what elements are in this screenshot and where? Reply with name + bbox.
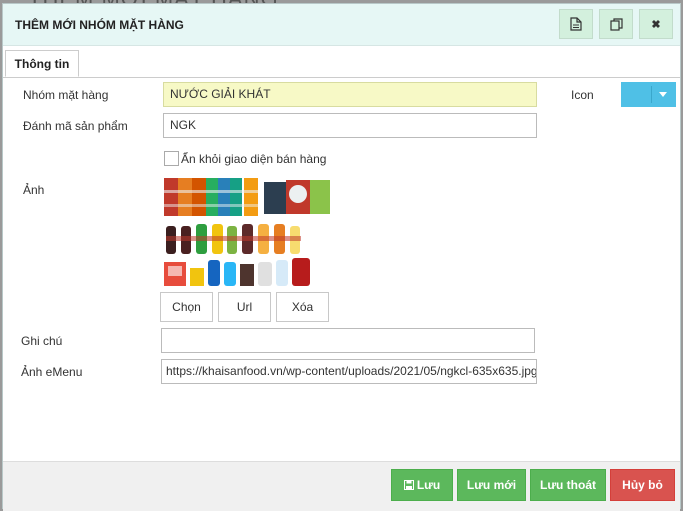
close-button[interactable]: ✖	[639, 9, 673, 39]
document-icon	[570, 17, 582, 31]
add-item-group-dialog: THÊM MỚI NHÓM MẶT HÀNG ✖ Thông tin Nhóm …	[2, 3, 681, 511]
copy-icon	[609, 17, 623, 31]
close-icon: ✖	[651, 18, 661, 31]
chevron-down-icon	[659, 92, 667, 97]
save-exit-button[interactable]: Lưu thoát	[530, 469, 606, 501]
save-label: Lưu	[416, 478, 441, 492]
emenu-image-label: Ảnh eMenu	[21, 365, 83, 379]
dialog-title: THÊM MỚI NHÓM MẶT HÀNG	[15, 18, 184, 32]
product-image-thumbnail	[160, 176, 332, 288]
product-code-label: Đánh mã sản phẩm	[23, 119, 128, 133]
image-url-button[interactable]: Url	[218, 292, 271, 322]
dialog-header: THÊM MỚI NHÓM MẶT HÀNG ✖	[3, 4, 680, 46]
save-icon	[403, 480, 414, 490]
note-label: Ghi chú	[21, 334, 63, 348]
document-button[interactable]	[559, 9, 593, 39]
group-name-label: Nhóm mặt hàng	[23, 88, 109, 102]
image-label: Ảnh	[23, 183, 45, 197]
note-input[interactable]	[161, 328, 535, 353]
icon-picker-divider	[651, 86, 652, 103]
icon-label: Icon	[571, 88, 594, 102]
hide-from-sales-label: Ẩn khỏi giao diện bán hàng	[181, 152, 327, 166]
tab-info[interactable]: Thông tin	[5, 50, 79, 77]
choose-image-button[interactable]: Chọn	[160, 292, 213, 322]
icon-picker[interactable]	[621, 82, 676, 107]
delete-image-button[interactable]: Xóa	[276, 292, 329, 322]
dialog-footer: Lưu Lưu mới Lưu thoát Hủy bỏ	[3, 461, 680, 511]
group-name-input[interactable]: NƯỚC GIẢI KHÁT	[163, 82, 537, 107]
product-code-input[interactable]: NGK	[163, 113, 537, 138]
tab-bar: Thông tin	[3, 50, 680, 78]
save-new-button[interactable]: Lưu mới	[457, 469, 526, 501]
copy-button[interactable]	[599, 9, 633, 39]
hide-from-sales-checkbox[interactable]	[164, 151, 179, 166]
save-button[interactable]: Lưu	[391, 469, 453, 501]
cancel-button[interactable]: Hủy bỏ	[610, 469, 675, 501]
emenu-image-url-input[interactable]: https://khaisanfood.vn/wp-content/upload…	[161, 359, 537, 384]
